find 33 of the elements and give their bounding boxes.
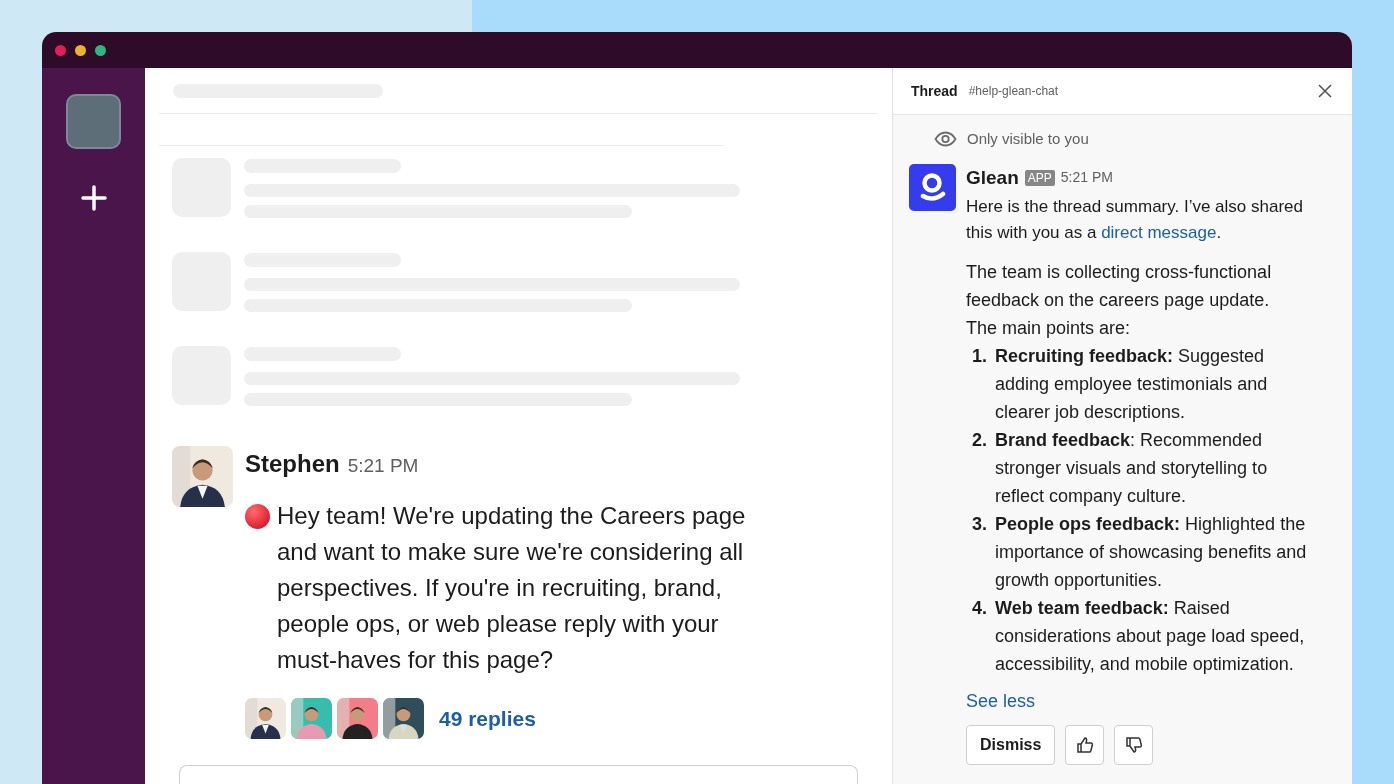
list-item-text: Web team feedback: Raised considerations about page load speed, accessibility, and mobile optimization.: [995, 597, 1306, 676]
list-item-text: People ops feedback: Highlighted the importance of showcasing benefits and growth opportunities.: [995, 513, 1308, 592]
thumbs-down-icon[interactable]: [1124, 736, 1143, 754]
author-name[interactable]: Glean: [966, 163, 1019, 192]
workspace-tile[interactable]: [66, 94, 121, 149]
list-item-text: Recruiting feedback: Suggested adding employee testimonials and clearer job descriptions.: [995, 345, 1269, 424]
dismiss-button[interactable]: Dismiss: [966, 725, 1056, 765]
list-number: 3.: [971, 513, 988, 536]
list-item-text: Brand feedback: Recommended stronger visuals and storytelling to reflect company culture.: [995, 429, 1269, 508]
visibility-notice: Only visible to you: [967, 129, 1089, 149]
list-number: 1.: [971, 345, 988, 368]
intro-text: Here is the thread summary. I’ve also shared this with you as a direct message.: [966, 196, 1304, 244]
summary-text: The main points are:: [966, 317, 1132, 340]
timestamp: 5:21 PM: [347, 454, 419, 478]
thread-title: Thread: [911, 81, 958, 101]
see-less-link[interactable]: See less: [966, 688, 1318, 715]
list-number: 4.: [971, 597, 988, 620]
circle-emoji-icon: [245, 504, 270, 529]
thumbs-up-button[interactable]: [1065, 725, 1105, 765]
thumbs-up-icon[interactable]: [1075, 736, 1094, 754]
list-number: 2.: [971, 429, 988, 452]
channel-name: #help-glean-chat: [968, 83, 1059, 100]
timestamp: 5:21 PM: [1060, 168, 1113, 188]
eye-icon: [934, 131, 957, 148]
plus-icon[interactable]: [80, 185, 107, 211]
replies-link[interactable]: 49 replies: [439, 702, 536, 735]
direct-message-link[interactable]: direct message: [1101, 223, 1217, 242]
app-badge: APP: [1024, 169, 1055, 186]
summary-text: The team is collecting cross-functional feedback on the careers page update.: [966, 261, 1273, 312]
message-text: Hey team! We're updating the Careers page and want to make sure we're considering all perspectives. If you're in recruiting, brand, people ops, or web please reply with your must-haves for this page?: [277, 501, 747, 675]
composer-field[interactable]: [179, 765, 858, 784]
thumbs-down-button[interactable]: [1114, 725, 1154, 765]
author-name[interactable]: Stephen: [245, 446, 340, 482]
